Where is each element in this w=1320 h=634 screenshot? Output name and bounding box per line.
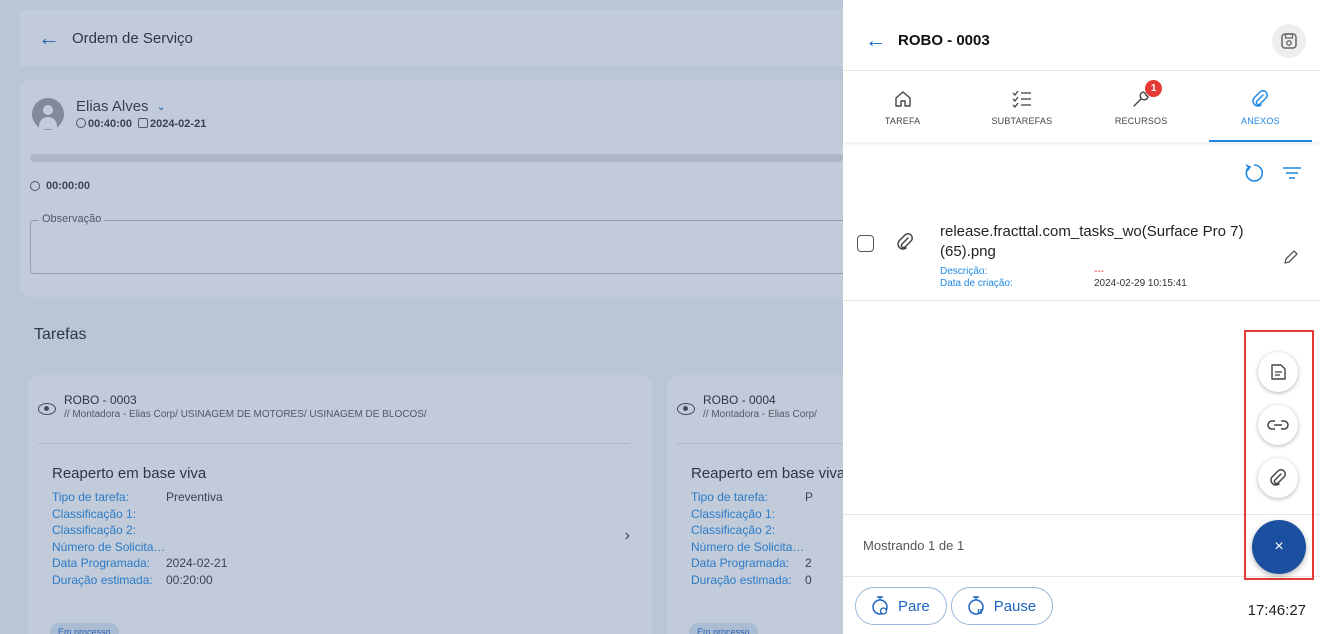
stopwatch-pause-icon bbox=[967, 596, 984, 615]
task-field: Classificação 2: bbox=[52, 523, 137, 537]
tab-label: RECURSOS bbox=[1114, 115, 1168, 126]
panel-header: ← ROBO - 0003 bbox=[843, 10, 1320, 70]
observation-label: Observação bbox=[39, 213, 105, 225]
resources-count-badge: 1 bbox=[1145, 79, 1163, 97]
task-field: Classificação 2: bbox=[691, 523, 776, 537]
task-field: Classificação 1: bbox=[52, 506, 137, 521]
attachments-panel: ← ROBO - 0003 TAREFA SUBTAREFAS 1 RECURS… bbox=[843, 0, 1320, 634]
task-field: Tipo de tarefa: P bbox=[691, 490, 814, 504]
divider bbox=[38, 443, 630, 444]
tab-bar: TAREFA SUBTAREFAS 1 RECURSOS ANEXOS bbox=[843, 70, 1320, 142]
eye-icon[interactable] bbox=[677, 403, 695, 415]
avatar bbox=[32, 98, 64, 130]
tab-subtarefas[interactable]: SUBTAREFAS bbox=[962, 71, 1081, 142]
save-icon bbox=[1281, 33, 1297, 49]
task-code: ROBO - 0003 bbox=[64, 393, 137, 407]
background-topbar: ← Ordem de Serviço bbox=[20, 10, 843, 66]
tab-tarefa[interactable]: TAREFA bbox=[843, 71, 962, 142]
attachment-name[interactable]: release.fracttal.com_tasks_wo(Surface Pr… bbox=[940, 222, 1260, 262]
chevron-right-icon[interactable]: › bbox=[625, 527, 630, 545]
task-field: Número de Solicitaç... bbox=[691, 539, 805, 554]
home-icon bbox=[894, 90, 911, 107]
back-arrow-icon[interactable]: ← bbox=[38, 27, 60, 49]
task-path: // Montadora - Elias Corp/ bbox=[703, 409, 817, 420]
timer-icon bbox=[30, 181, 40, 191]
attachment-row[interactable]: release.fracttal.com_tasks_wo(Surface Pr… bbox=[843, 212, 1320, 301]
task-fields: Tipo de tarefa: P Classificação 1: Classi… bbox=[691, 489, 813, 588]
checklist-icon bbox=[1012, 90, 1031, 108]
work-order-card: Elias Alves ⌄ 00:40:00 2024-02-21 00:00:… bbox=[20, 80, 843, 297]
observation-field[interactable]: Observação bbox=[30, 213, 843, 274]
stop-button[interactable]: Pare bbox=[855, 587, 947, 625]
user-row: Elias Alves ⌄ 00:40:00 2024-02-21 bbox=[32, 98, 206, 130]
add-link-button[interactable] bbox=[1258, 405, 1298, 445]
pause-button[interactable]: Pause bbox=[950, 587, 1054, 625]
task-path: // Montadora - Elias Corp/ USINAGEM DE M… bbox=[64, 409, 427, 420]
save-button[interactable] bbox=[1272, 24, 1306, 58]
status-badge: Em processo bbox=[689, 623, 758, 634]
user-date: 2024-02-21 bbox=[150, 118, 207, 130]
tab-anexos[interactable]: ANEXOS bbox=[1201, 71, 1320, 142]
bottom-action-bar: Pare Pause 17:46:27 bbox=[843, 578, 1320, 634]
task-field: Duração estimada: 0 bbox=[691, 572, 812, 587]
tasks-heading: Tarefas bbox=[34, 326, 87, 343]
task-field: Tipo de tarefa: Preventiva bbox=[52, 490, 223, 504]
close-fab-button[interactable]: × bbox=[1252, 520, 1306, 574]
task-field: Data Programada: 2024-02-21 bbox=[52, 556, 228, 570]
timer-row: 00:00:00 bbox=[30, 180, 90, 192]
refresh-icon[interactable] bbox=[1242, 162, 1264, 184]
paperclip-icon bbox=[897, 233, 913, 250]
stopwatch-icon bbox=[76, 118, 86, 128]
chevron-down-icon: ⌄ bbox=[156, 101, 166, 113]
tab-label: SUBTAREFAS bbox=[991, 115, 1053, 126]
calendar-icon bbox=[138, 118, 149, 128]
stop-label: Pare bbox=[898, 597, 930, 615]
task-code: ROBO - 0004 bbox=[703, 393, 776, 407]
progress-bar bbox=[30, 154, 843, 162]
task-fields: Tipo de tarefa: Preventiva Classificação … bbox=[52, 489, 227, 588]
page-title: Ordem de Serviço bbox=[72, 29, 193, 47]
paperclip-icon bbox=[1252, 89, 1269, 107]
paperclip-icon bbox=[1270, 469, 1286, 486]
task-field: Data Programada: 2 bbox=[691, 556, 812, 570]
attachment-meta: Descrição: --- Data de criação: 2024-02-29… bbox=[940, 266, 1187, 289]
add-file-button[interactable] bbox=[1258, 458, 1298, 498]
eye-icon[interactable] bbox=[38, 403, 56, 415]
back-arrow-icon[interactable]: ← bbox=[865, 30, 886, 51]
tab-recursos[interactable]: 1 RECURSOS bbox=[1082, 71, 1201, 142]
note-icon bbox=[1271, 364, 1286, 380]
tab-label: TAREFA bbox=[884, 115, 921, 126]
task-card[interactable]: ROBO - 0003 // Montadora - Elias Corp/ U… bbox=[28, 375, 652, 634]
task-title: Reaperto em base viva bbox=[52, 465, 207, 482]
user-duration: 00:40:00 bbox=[88, 118, 133, 130]
link-icon bbox=[1267, 420, 1289, 430]
fab-speed-dial-highlight: × bbox=[1244, 330, 1314, 580]
edit-pencil-icon[interactable] bbox=[1282, 248, 1300, 266]
list-toolbar bbox=[1242, 162, 1302, 184]
tab-label: ANEXOS bbox=[1241, 115, 1280, 126]
divider bbox=[677, 443, 843, 444]
user-name-dropdown[interactable]: Elias Alves ⌄ bbox=[76, 98, 206, 115]
background-page: ← Ordem de Serviço Elias Alves ⌄ 00:40:0… bbox=[0, 0, 843, 634]
task-field: Classificação 1: bbox=[691, 506, 776, 521]
add-note-button[interactable] bbox=[1258, 352, 1298, 392]
stopwatch-stop-icon bbox=[872, 596, 888, 615]
close-icon: × bbox=[1274, 538, 1284, 555]
filter-icon[interactable] bbox=[1282, 165, 1302, 181]
task-title: Reaperto em base viva bbox=[691, 465, 843, 482]
panel-title: ROBO - 0003 bbox=[898, 31, 990, 49]
timer-value: 00:00:00 bbox=[46, 180, 91, 192]
pause-label: Pause bbox=[993, 597, 1037, 615]
elapsed-clock: 17:46:27 bbox=[1247, 602, 1306, 619]
task-field: Número de Solicitaç... bbox=[52, 539, 166, 554]
attachment-checkbox[interactable] bbox=[857, 235, 874, 252]
task-card[interactable]: ROBO - 0004 // Montadora - Elias Corp/ R… bbox=[667, 375, 843, 634]
status-badge: Em processo bbox=[50, 623, 119, 634]
task-field: Duração estimada: 00:20:00 bbox=[52, 572, 213, 587]
